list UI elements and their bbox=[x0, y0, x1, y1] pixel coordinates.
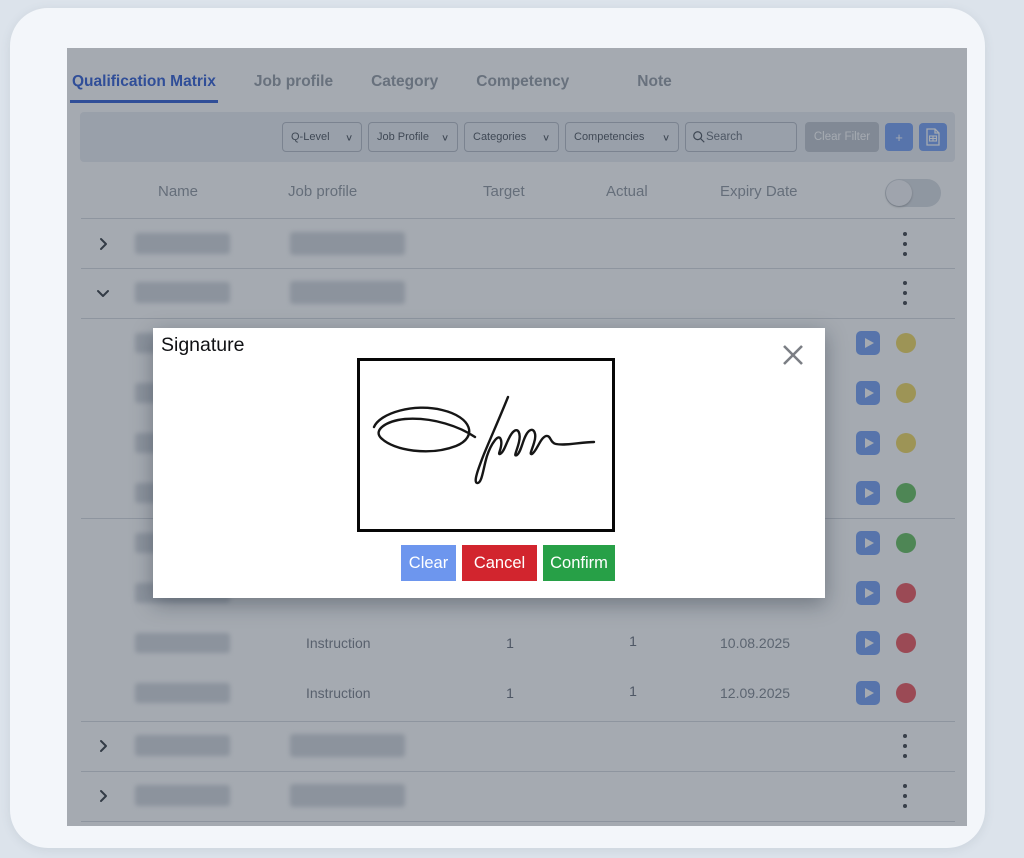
signature-canvas[interactable] bbox=[357, 358, 615, 532]
outer-card: Qualification Matrix Job profile Categor… bbox=[10, 8, 985, 848]
modal-button-row: Clear Cancel Confirm bbox=[401, 545, 615, 581]
clear-button[interactable]: Clear bbox=[401, 545, 456, 581]
cancel-button[interactable]: Cancel bbox=[462, 545, 537, 581]
modal-title: Signature bbox=[161, 334, 244, 357]
confirm-button[interactable]: Confirm bbox=[543, 545, 615, 581]
signature-modal: Signature Clear Cancel Confirm bbox=[153, 328, 825, 598]
signature-stroke bbox=[360, 361, 612, 529]
close-icon[interactable] bbox=[780, 342, 806, 368]
